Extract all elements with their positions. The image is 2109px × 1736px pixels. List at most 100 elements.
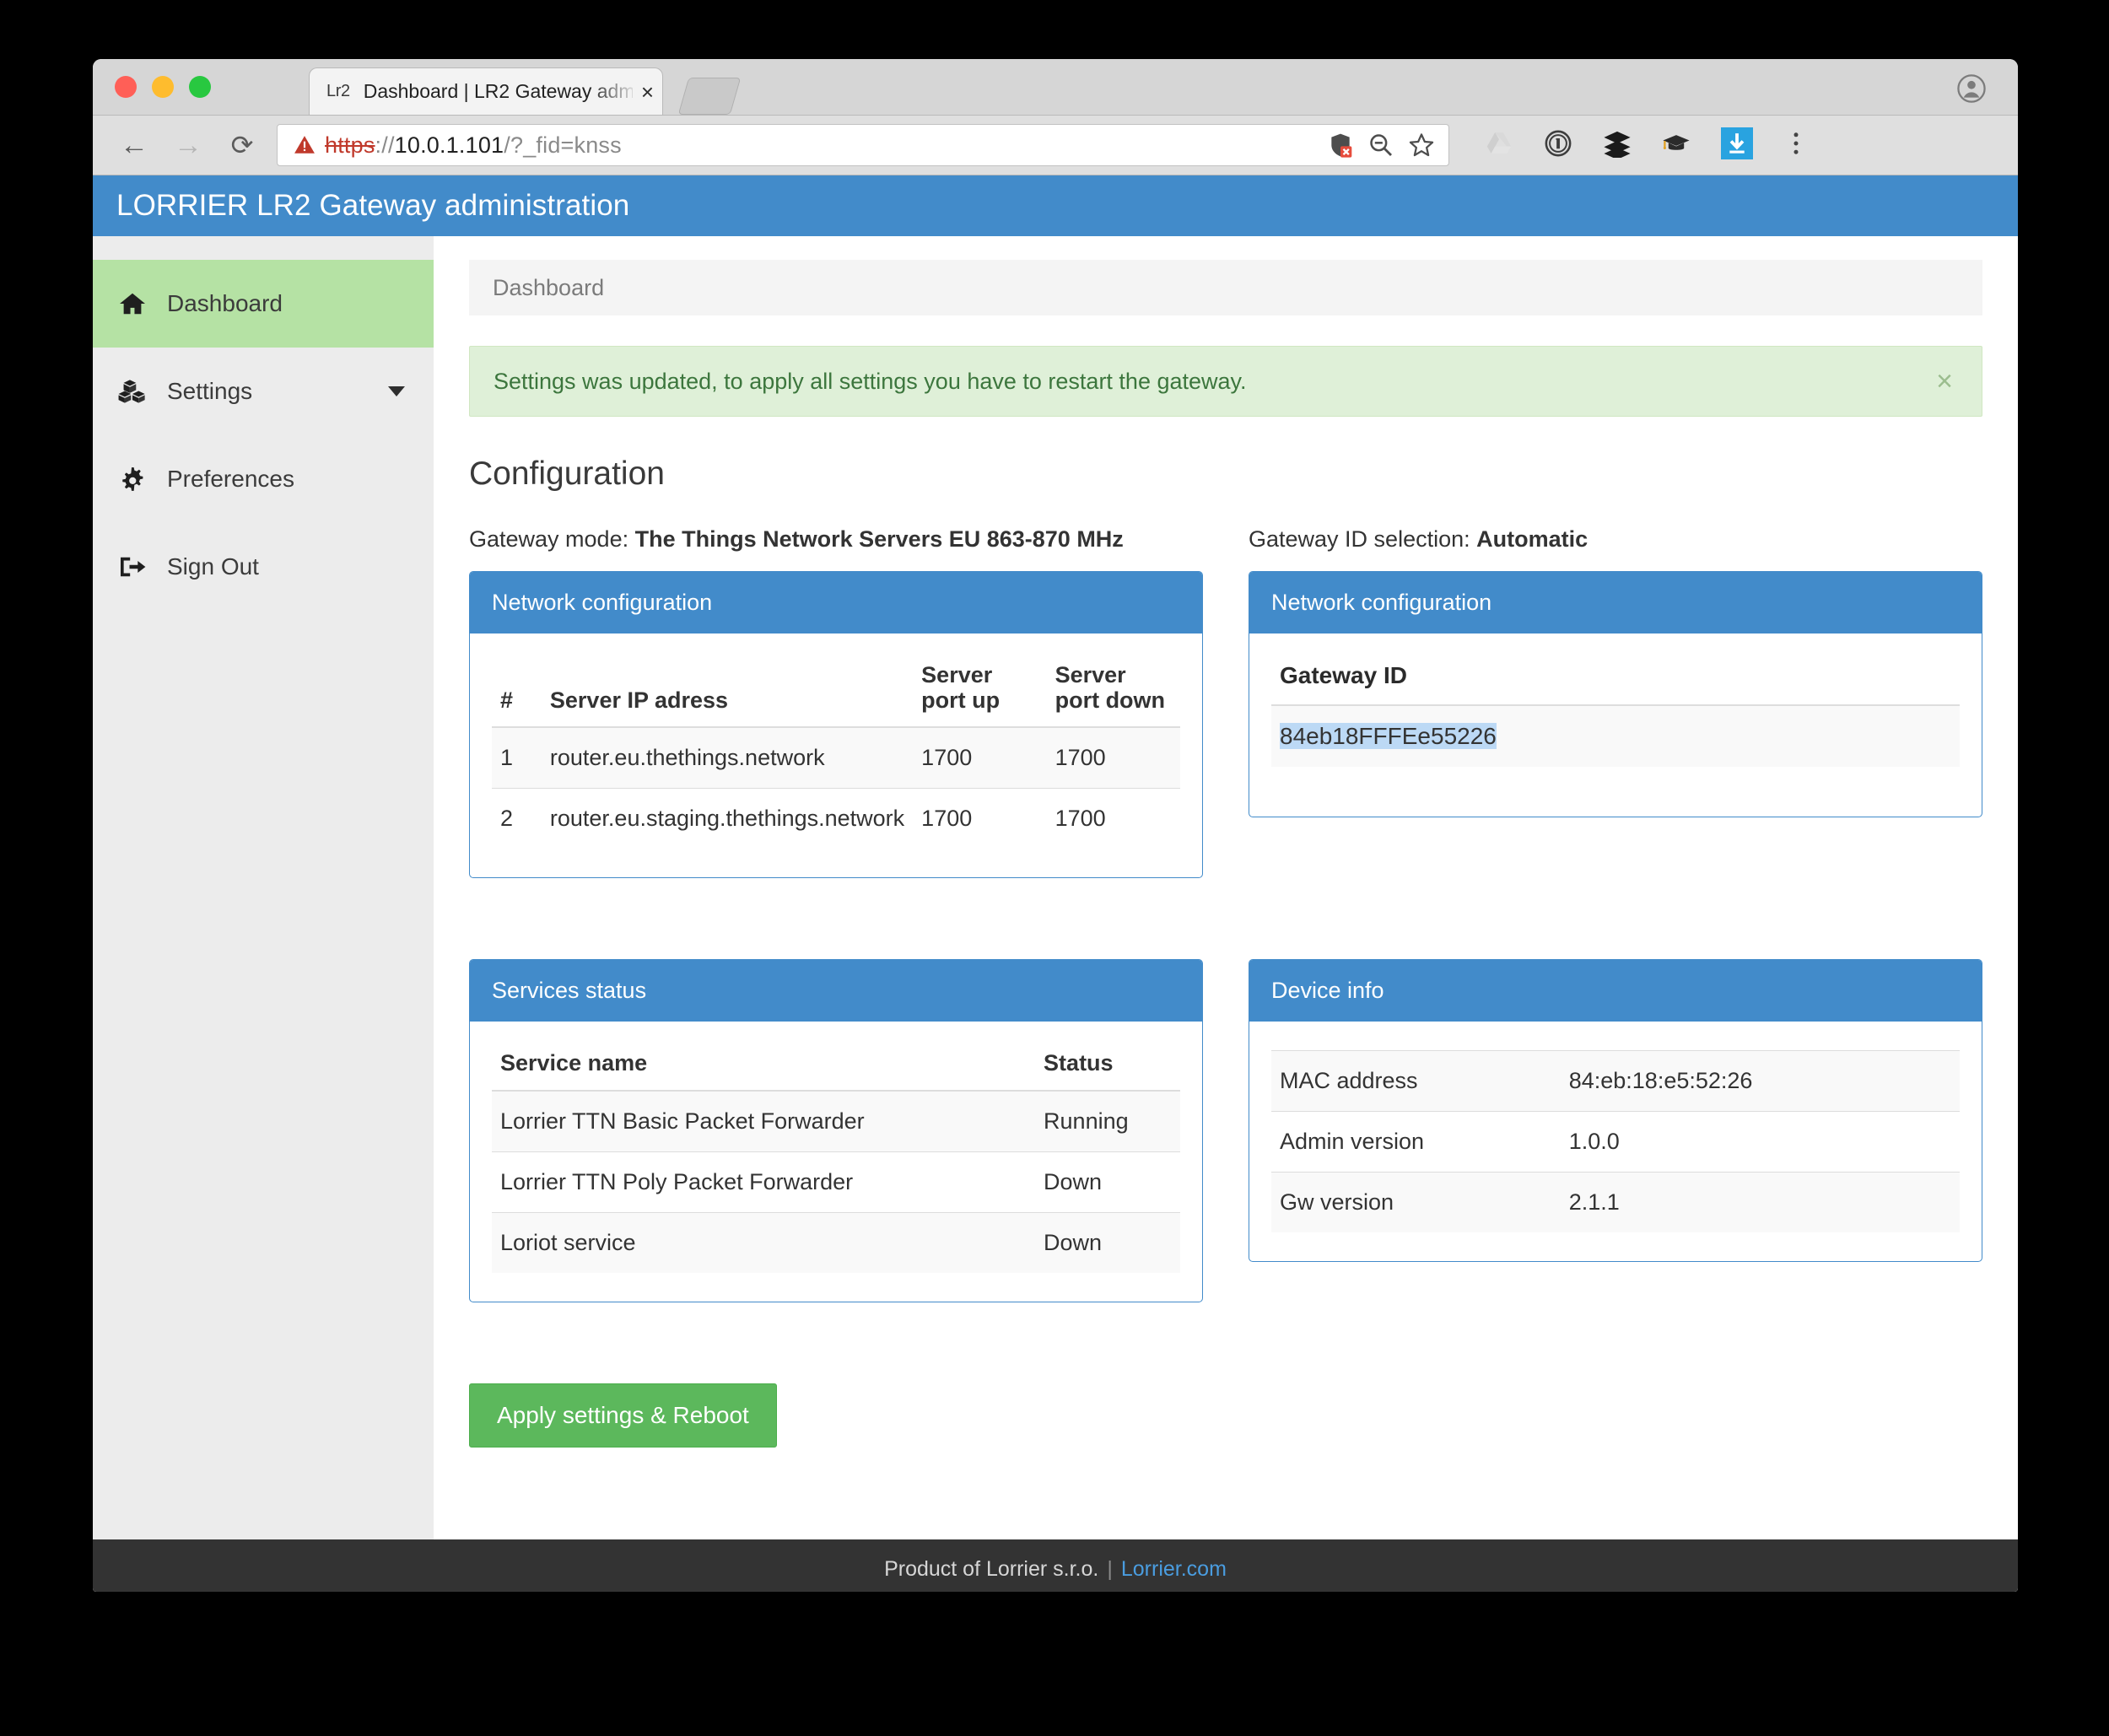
browser-tab-strip: Lr2 Dashboard | LR2 Gateway adm × [93, 59, 2018, 116]
sidebar-item-settings[interactable]: Settings [93, 348, 434, 435]
status-badge: Down [1035, 1151, 1180, 1213]
footer-text: Product of Lorrier s.r.o. [884, 1556, 1099, 1581]
config-row-top: Gateway mode: The Things Network Servers… [469, 526, 1982, 879]
status-badge: Running [1035, 1090, 1180, 1152]
chrome-menu-icon[interactable] [1783, 129, 1809, 158]
close-icon[interactable]: × [641, 81, 654, 103]
url-scheme: https [325, 132, 375, 158]
zoom-out-icon[interactable] [1367, 132, 1394, 159]
cell-value: 2.1.1 [1560, 1172, 1960, 1233]
cell-key: Admin version [1271, 1111, 1561, 1173]
gateway-mode-line: Gateway mode: The Things Network Servers… [469, 526, 1203, 553]
sidebar-item-preferences[interactable]: Preferences [93, 435, 434, 523]
table-header-row: Service name Status [492, 1037, 1180, 1092]
minimize-window-button[interactable] [152, 76, 174, 98]
sidebar-item-dashboard[interactable]: Dashboard [93, 260, 434, 348]
shield-blocked-icon[interactable] [1327, 132, 1354, 159]
graduation-cap-icon[interactable] [1662, 129, 1691, 158]
column-header-port-up: Server port up [913, 649, 1047, 729]
gateway-id-value[interactable]: 84eb18FFFEe55226 [1280, 723, 1497, 749]
close-window-button[interactable] [115, 76, 137, 98]
reload-icon[interactable]: ⟳ [224, 127, 260, 163]
cell-index: 2 [492, 788, 542, 849]
back-icon[interactable]: ← [116, 127, 152, 163]
bookmark-star-icon[interactable] [1408, 132, 1435, 159]
main-content: Dashboard Settings was updated, to apply… [434, 236, 2018, 1539]
table-row: 2 router.eu.staging.thethings.network 17… [492, 788, 1180, 849]
cell-value: 84:eb:18:e5:52:26 [1560, 1050, 1960, 1112]
download-icon[interactable] [1721, 127, 1753, 159]
google-drive-icon[interactable] [1485, 129, 1513, 158]
cell-key: Gw version [1271, 1172, 1561, 1233]
gateway-id-column: Gateway ID selection: Automatic Network … [1249, 526, 1982, 878]
device-info-column: Device info MAC address 84:eb:18:e5:52:2… [1249, 959, 1982, 1302]
cell-service-name: Loriot service [492, 1211, 1036, 1273]
table-row: Gw version 2.1.1 [1271, 1172, 1960, 1233]
cell-port-down: 1700 [1046, 726, 1180, 789]
status-banner: Settings was updated, to apply all setti… [469, 346, 1982, 417]
gateway-mode-label: Gateway mode: [469, 526, 629, 552]
network-configuration-panel: Network configuration # Server IP adress… [469, 571, 1203, 879]
home-icon [118, 291, 155, 316]
section-heading: Configuration [469, 456, 665, 492]
network-configuration-table: # Server IP adress Server port up Server… [492, 649, 1180, 849]
1password-icon[interactable] [1544, 129, 1572, 158]
panel-title: Network configuration [470, 572, 1202, 633]
browser-tab[interactable]: Lr2 Dashboard | LR2 Gateway adm × [309, 67, 663, 115]
new-tab-button[interactable] [677, 78, 742, 115]
cell-server: router.eu.staging.thethings.network [541, 788, 914, 849]
table-row: MAC address 84:eb:18:e5:52:26 [1271, 1050, 1960, 1112]
maximize-window-button[interactable] [189, 76, 211, 98]
gear-icon [118, 466, 155, 493]
cell-port-up: 1700 [913, 726, 1047, 789]
app-footer: Product of Lorrier s.r.o. | Lorrier.com [93, 1539, 2018, 1592]
services-status-table: Service name Status Lorrier TTN Basic Pa… [492, 1037, 1180, 1273]
app-header: LORRIER LR2 Gateway administration [93, 175, 2018, 236]
network-config-column: Gateway mode: The Things Network Servers… [469, 526, 1203, 879]
address-bar[interactable]: https://10.0.1.101/?_fid=knss [277, 124, 1449, 166]
panel-title: Network configuration [1249, 572, 1982, 633]
url-separator: :// [375, 132, 395, 158]
panel-body: Gateway ID 84eb18FFFEe55226 [1249, 633, 1982, 795]
url-path: /?_fid=knss [504, 132, 622, 158]
sidebar-item-sign-out[interactable]: Sign Out [93, 523, 434, 611]
cell-value: 1.0.0 [1560, 1111, 1960, 1173]
services-status-column: Services status Service name Status Lorr… [469, 959, 1203, 1302]
column-header-index: # [492, 649, 542, 729]
cell-key: MAC address [1271, 1050, 1561, 1112]
panel-body: MAC address 84:eb:18:e5:52:26 Admin vers… [1249, 1022, 1982, 1261]
panel-body: # Server IP adress Server port up Server… [470, 633, 1202, 877]
column-header-server: Server IP adress [541, 649, 914, 729]
omnibox-actions [1327, 132, 1437, 159]
status-banner-text: Settings was updated, to apply all setti… [494, 368, 1247, 394]
cell-service-name: Lorrier TTN Poly Packet Forwarder [492, 1151, 1036, 1213]
gateway-id-selection-line: Gateway ID selection: Automatic [1249, 526, 1982, 553]
device-info-table: MAC address 84:eb:18:e5:52:26 Admin vers… [1271, 1050, 1960, 1233]
status-badge: Down [1035, 1211, 1180, 1273]
chevron-down-icon[interactable] [388, 386, 405, 396]
gateway-id-selection-value: Automatic [1476, 526, 1588, 552]
column-header-service-name: Service name [492, 1037, 1036, 1092]
sidebar: Dashboard Settings Preferences Sign Out [93, 236, 434, 1539]
gateway-id-value-row: 84eb18FFFEe55226 [1271, 706, 1960, 767]
extension-toolbar [1485, 127, 1809, 159]
footer-link[interactable]: Lorrier.com [1121, 1557, 1227, 1582]
url-text: https://10.0.1.101/?_fid=knss [325, 132, 622, 159]
panel-title: Services status [470, 960, 1202, 1022]
apply-settings-reboot-button[interactable]: Apply settings & Reboot [469, 1383, 777, 1448]
cubes-icon [118, 379, 155, 404]
avatar[interactable] [1957, 74, 1986, 103]
device-info-panel: Device info MAC address 84:eb:18:e5:52:2… [1249, 959, 1982, 1263]
cell-service-name: Lorrier TTN Basic Packet Forwarder [492, 1090, 1036, 1152]
forward-icon[interactable]: → [170, 127, 206, 163]
page-title: LORRIER LR2 Gateway administration [116, 189, 630, 222]
browser-toolbar: ← → ⟳ https://10.0.1.101/?_fid=knss [93, 116, 2018, 175]
sidebar-item-label: Dashboard [167, 290, 283, 316]
table-row: Admin version 1.0.0 [1271, 1111, 1960, 1173]
insecure-warning-icon[interactable] [293, 134, 316, 156]
sidebar-item-label: Sign Out [167, 553, 259, 580]
gateway-id-panel: Network configuration Gateway ID 84eb18F… [1249, 571, 1982, 817]
column-header-status: Status [1035, 1037, 1180, 1092]
buffer-layers-icon[interactable] [1603, 129, 1632, 158]
close-icon[interactable]: × [1936, 367, 1953, 396]
